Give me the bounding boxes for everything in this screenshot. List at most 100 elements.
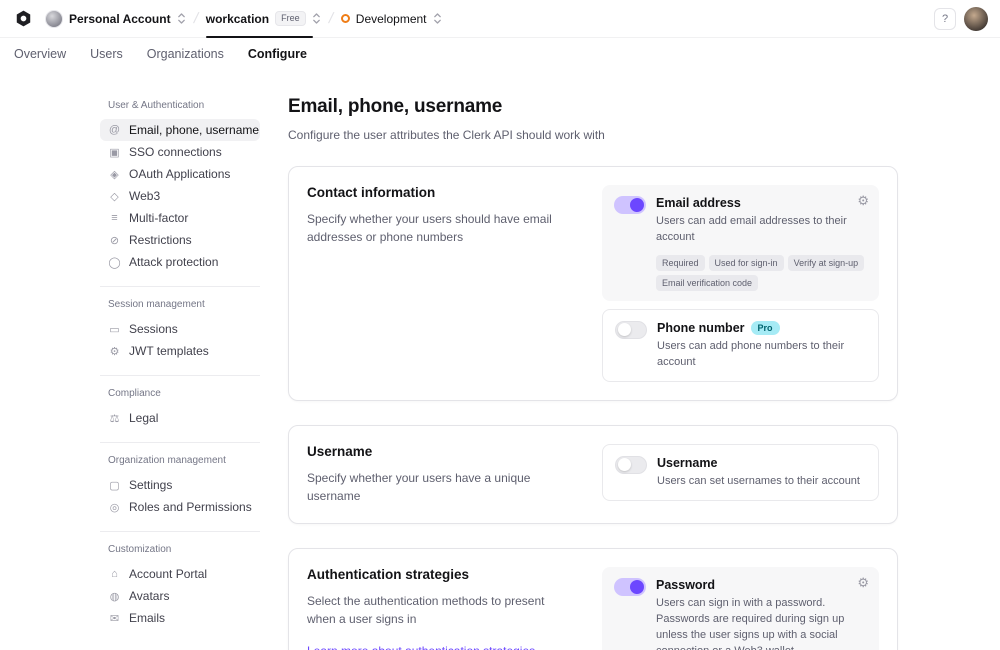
sidebar-item-label: Avatars — [129, 589, 169, 603]
clerk-logo-icon[interactable] — [14, 9, 33, 28]
sidebar-item-label: Roles and Permissions — [129, 500, 252, 514]
avatars-icon: ◍ — [108, 590, 121, 603]
environment-label: Development — [356, 12, 427, 26]
gear-icon[interactable]: ⚙ — [857, 194, 869, 207]
sidebar-item-settings[interactable]: ▢ Settings — [100, 474, 260, 496]
sidebar-heading-compliance: Compliance — [108, 388, 260, 399]
card-description: Select the authentication methods to pre… — [307, 592, 576, 628]
tab-overview[interactable]: Overview — [14, 47, 66, 61]
username-setting: Username Users can set usernames to thei… — [602, 444, 879, 501]
password-toggle[interactable] — [614, 578, 646, 596]
sidebar-item-sso-connections[interactable]: ▣ SSO connections — [100, 141, 260, 163]
sidebar-item-label: Account Portal — [129, 567, 207, 581]
authentication-strategies-card: Authentication strategies Select the aut… — [288, 548, 898, 650]
password-setting: Password Users can sign in with a passwo… — [602, 567, 879, 650]
sidebar-item-attack-protection[interactable]: ◯ Attack protection — [100, 251, 260, 273]
multi-factor-icon: ≡ — [108, 212, 121, 224]
tab-configure[interactable]: Configure — [248, 47, 307, 61]
setting-title: Password — [656, 578, 867, 592]
card-title: Authentication strategies — [307, 567, 576, 582]
sso-icon: ▣ — [108, 146, 121, 159]
phone-number-setting: Phone number Pro Users can add phone num… — [602, 309, 879, 382]
setting-badges: Required Used for sign-in Verify at sign… — [656, 255, 867, 291]
sidebar-item-label: Legal — [129, 411, 158, 425]
roles-icon: ◎ — [108, 501, 121, 514]
sidebar-item-email-phone-username[interactable]: @ Email, phone, username — [100, 119, 260, 141]
sidebar-item-emails[interactable]: ✉ Emails — [100, 607, 260, 629]
setting-title-text: Phone number — [657, 321, 745, 335]
setting-description: Users can add phone numbers to their acc… — [657, 339, 866, 371]
sessions-icon: ▭ — [108, 323, 121, 336]
badge-used-for-sign-in: Used for sign-in — [709, 255, 784, 271]
setting-body: Password Users can sign in with a passwo… — [656, 577, 867, 650]
tab-organizations[interactable]: Organizations — [147, 47, 224, 61]
setting-body: Email address Users can add email addres… — [656, 195, 867, 291]
sidebar-item-label: Restrictions — [129, 233, 192, 247]
sidebar-item-label: Attack protection — [129, 255, 218, 269]
sidebar-item-legal[interactable]: ⚖ Legal — [100, 407, 260, 429]
card-settings-column: Username Users can set usernames to thei… — [602, 444, 879, 505]
account-switcher[interactable]: Personal Account — [45, 0, 186, 38]
account-label: Personal Account — [69, 12, 171, 26]
sidebar-item-account-portal[interactable]: ⌂ Account Portal — [100, 563, 260, 585]
oauth-icon: ◈ — [108, 168, 121, 181]
sidebar-item-multi-factor[interactable]: ≡ Multi-factor — [100, 207, 260, 229]
sidebar-item-restrictions[interactable]: ⊘ Restrictions — [100, 229, 260, 251]
environment-switcher[interactable]: Development — [341, 0, 442, 38]
plan-badge: Free — [275, 11, 306, 27]
sidebar-item-avatars[interactable]: ◍ Avatars — [100, 585, 260, 607]
gear-icon[interactable]: ⚙ — [857, 576, 869, 589]
chevron-updown-icon — [312, 12, 321, 25]
card-description-column: Contact information Specify whether your… — [307, 185, 582, 382]
main-content: Email, phone, username Configure the use… — [288, 96, 898, 650]
card-settings-column: Password Users can sign in with a passwo… — [602, 567, 879, 650]
page-subtitle: Configure the user attributes the Clerk … — [288, 128, 898, 142]
at-icon: @ — [108, 124, 121, 136]
email-address-toggle[interactable] — [614, 196, 646, 214]
sidebar-item-label: Settings — [129, 478, 172, 492]
phone-number-toggle[interactable] — [615, 321, 647, 339]
content-area: User & Authentication @ Email, phone, us… — [0, 70, 1000, 650]
toggle-knob — [630, 580, 644, 594]
page-title: Email, phone, username — [288, 96, 898, 118]
tab-users[interactable]: Users — [90, 47, 123, 61]
learn-more-link[interactable]: Learn more about authentication strategi… — [307, 644, 535, 650]
toggle-knob — [618, 458, 631, 471]
sidebar-heading-user-authentication: User & Authentication — [108, 100, 260, 111]
setting-description: Users can sign in with a password. Passw… — [656, 596, 867, 650]
user-avatar[interactable] — [964, 7, 988, 31]
username-toggle[interactable] — [615, 456, 647, 474]
account-avatar — [45, 10, 63, 28]
sidebar-divider — [100, 286, 260, 287]
card-title: Username — [307, 444, 576, 459]
shield-icon: ◯ — [108, 256, 121, 269]
lock-icon: ⊘ — [108, 234, 121, 247]
settings-icon: ▢ — [108, 479, 121, 492]
toggle-knob — [618, 323, 631, 336]
sidebar-item-label: OAuth Applications — [129, 167, 230, 181]
sidebar-item-oauth-applications[interactable]: ◈ OAuth Applications — [100, 163, 260, 185]
clerk-dashboard: Personal Account / workcation Free / Dev… — [0, 0, 1000, 650]
legal-icon: ⚖ — [108, 412, 121, 425]
email-address-setting: Email address Users can add email addres… — [602, 185, 879, 301]
sidebar-item-roles-and-permissions[interactable]: ◎ Roles and Permissions — [100, 496, 260, 518]
application-switcher[interactable]: workcation Free — [206, 0, 321, 38]
badge-email-verification-code: Email verification code — [656, 275, 758, 291]
sidebar-item-jwt-templates[interactable]: ⚙ JWT templates — [100, 340, 260, 362]
sidebar-item-label: SSO connections — [129, 145, 222, 159]
toggle-knob — [630, 198, 644, 212]
sidebar-divider — [100, 442, 260, 443]
environment-dot-icon — [341, 14, 350, 23]
breadcrumb-separator: / — [192, 10, 200, 27]
application-label: workcation — [206, 12, 269, 26]
sidebar-item-web3[interactable]: ◇ Web3 — [100, 185, 260, 207]
help-button[interactable]: ? — [934, 8, 956, 30]
account-portal-icon: ⌂ — [108, 568, 121, 580]
chevron-updown-icon — [433, 12, 442, 25]
sidebar: User & Authentication @ Email, phone, us… — [100, 96, 260, 650]
badge-required: Required — [656, 255, 705, 271]
setting-description: Users can add email addresses to their a… — [656, 214, 867, 246]
sidebar-item-sessions[interactable]: ▭ Sessions — [100, 318, 260, 340]
card-description: Specify whether your users have a unique… — [307, 469, 576, 505]
setting-title: Username — [657, 456, 866, 470]
